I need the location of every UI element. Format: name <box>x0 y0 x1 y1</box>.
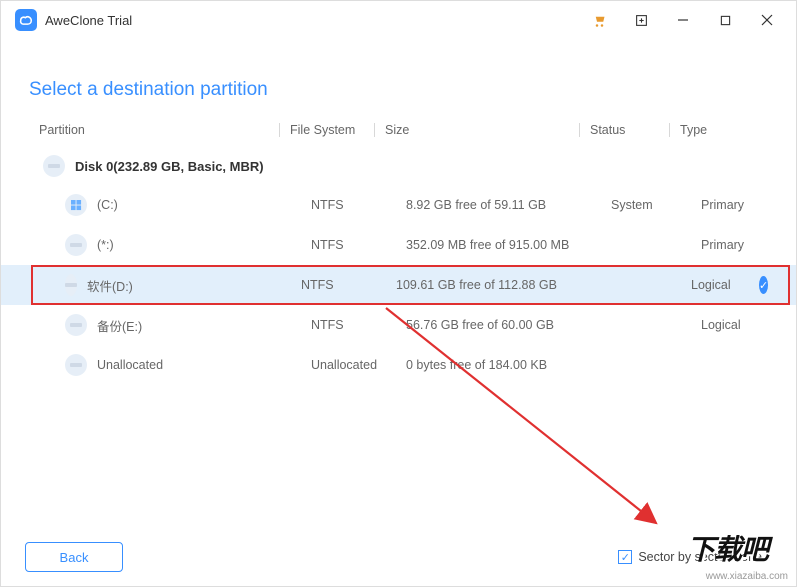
column-headers: Partition File System Size Status Type <box>1 123 796 147</box>
partition-type: Logical <box>701 318 761 332</box>
partition-row[interactable]: (C:)NTFS8.92 GB free of 59.11 GBSystemPr… <box>1 185 796 225</box>
selected-check-icon: ✓ <box>759 276 768 294</box>
maximize-button[interactable] <box>704 5 746 35</box>
titlebar: AweClone Trial <box>1 1 796 39</box>
partition-icon <box>65 354 87 376</box>
cart-icon[interactable] <box>578 5 620 35</box>
col-size: Size <box>374 123 579 137</box>
partition-name: Unallocated <box>97 358 311 372</box>
partition-icon <box>65 234 87 256</box>
partition-name: (*:) <box>97 238 311 252</box>
disk-icon <box>43 155 65 177</box>
partition-size: 109.61 GB free of 112.88 GB <box>396 278 601 292</box>
partition-size: 56.76 GB free of 60.00 GB <box>406 318 611 332</box>
col-type: Type <box>669 123 739 137</box>
partition-fs: NTFS <box>311 238 406 252</box>
sector-checkbox-label: Sector by sector clone <box>638 550 762 564</box>
partition-type: Logical <box>691 278 751 292</box>
partition-name: 备份(E:) <box>97 316 311 335</box>
sector-checkbox[interactable]: ✓ Sector by sector clone <box>618 550 762 564</box>
partition-row[interactable]: 软件(D:)NTFS109.61 GB free of 112.88 GB Log… <box>1 265 796 305</box>
col-filesystem: File System <box>279 123 374 137</box>
feedback-icon[interactable] <box>620 5 662 35</box>
app-title: AweClone Trial <box>45 13 132 28</box>
partition-row[interactable]: UnallocatedUnallocated0 bytes free of 18… <box>1 345 796 385</box>
partition-name: (C:) <box>97 198 311 212</box>
disk-label: Disk 0(232.89 GB, Basic, MBR) <box>75 159 264 174</box>
partition-icon <box>65 194 87 216</box>
col-partition: Partition <box>39 123 279 137</box>
partition-name: 软件(D:) <box>87 276 301 295</box>
partition-fs: NTFS <box>311 318 406 332</box>
partition-icon <box>65 274 77 296</box>
partition-icon <box>65 314 87 336</box>
partition-fs: NTFS <box>301 278 396 292</box>
partition-row[interactable]: (*:)NTFS352.09 MB free of 915.00 MB Prima… <box>1 225 796 265</box>
disk-row[interactable]: Disk 0(232.89 GB, Basic, MBR) <box>1 147 796 185</box>
minimize-button[interactable] <box>662 5 704 35</box>
partition-type: Primary <box>701 198 761 212</box>
page-title: Select a destination partition <box>1 39 796 123</box>
bottom-bar: Back ✓ Sector by sector clone <box>1 528 796 586</box>
partition-row[interactable]: 备份(E:)NTFS56.76 GB free of 60.00 GB Logic… <box>1 305 796 345</box>
back-button[interactable]: Back <box>25 542 123 572</box>
partition-size: 0 bytes free of 184.00 KB <box>406 358 611 372</box>
partition-type: Primary <box>701 238 761 252</box>
col-status: Status <box>579 123 669 137</box>
partition-size: 352.09 MB free of 915.00 MB <box>406 238 611 252</box>
partition-fs: NTFS <box>311 198 406 212</box>
partition-fs: Unallocated <box>311 358 406 372</box>
checkbox-icon: ✓ <box>618 550 632 564</box>
app-logo-icon <box>15 9 37 31</box>
close-button[interactable] <box>746 5 788 35</box>
partition-size: 8.92 GB free of 59.11 GB <box>406 198 611 212</box>
partition-status: System <box>611 198 701 212</box>
